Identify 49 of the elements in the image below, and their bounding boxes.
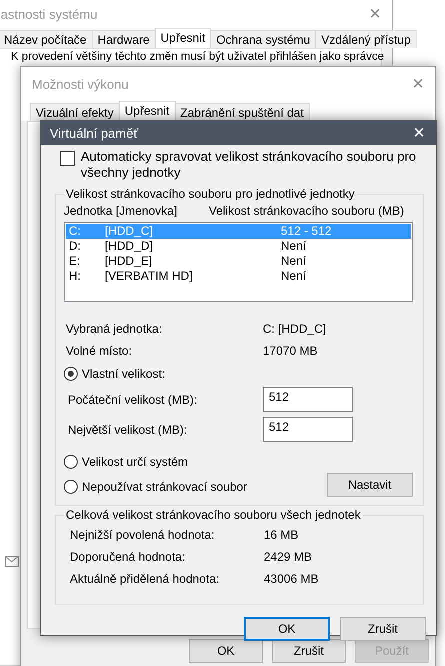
field-label: Doporučená hodnota:	[70, 550, 186, 564]
set-button[interactable]: Nastavit	[327, 473, 413, 497]
input-field[interactable]: 512	[263, 387, 353, 412]
field-label: Nejnižší povolená hodnota:	[70, 528, 216, 542]
tab[interactable]: Vzdálený přístup	[315, 30, 417, 48]
radio-button[interactable]	[64, 455, 78, 469]
field-value: 43006 MB	[264, 572, 320, 586]
radio-label: Vlastní velikost:	[82, 367, 166, 381]
tab[interactable]: Ochrana systému	[210, 30, 316, 48]
window-title: Virtuální paměť	[50, 126, 138, 140]
field-value: 16 MB	[264, 528, 300, 542]
tab[interactable]: Vizuální efekty	[30, 103, 120, 121]
dialog-button[interactable]: OK	[189, 639, 263, 663]
radio-button[interactable]	[64, 367, 78, 381]
dialog-button[interactable]: Zrušit	[272, 639, 346, 663]
column-header: Velikost stránkovacího souboru (MB)	[209, 204, 406, 218]
column-header: Jednotka [Jmenovka]	[64, 204, 178, 218]
checkbox-label: Automaticky spravovat velikost stránkovacího souboru pro všechny jednotky	[81, 149, 418, 181]
tab[interactable]: Zabránění spuštění dat	[174, 103, 310, 121]
dialog-button[interactable]: OK	[244, 617, 330, 641]
drive-row[interactable]: H: [VERBATIM HD] Není	[66, 269, 411, 284]
radio-label: Velikost určí systém	[82, 455, 188, 469]
group-title: Velikost stránkovacího souboru pro jednotlivé jednotky	[65, 187, 356, 201]
group-title: Celková velikost stránkovacího souboru všech jednotek	[65, 508, 362, 522]
input-field[interactable]: 512	[263, 417, 353, 442]
close-icon[interactable]: ✕	[412, 75, 425, 93]
close-icon[interactable]: ✕	[369, 5, 382, 23]
envelope-icon	[5, 556, 19, 567]
field-value: C: [HDD_C]	[263, 322, 328, 336]
window-title: Možnosti výkonu	[32, 76, 129, 92]
field-label: Aktuálně přidělená hodnota:	[70, 572, 220, 586]
field-label: Počáteční velikost (MB):	[68, 392, 198, 406]
radio-label: Nepoužívat stránkovací soubor	[82, 480, 248, 494]
field-value: 2429 MB	[264, 550, 314, 564]
drive-row[interactable]: D: [HDD_D] Není	[66, 239, 411, 254]
radio-button[interactable]	[64, 480, 78, 494]
checkbox[interactable]	[60, 151, 75, 166]
field-value: 17070 MB	[263, 344, 319, 358]
field-label: Největší velikost (MB):	[68, 422, 188, 436]
close-icon[interactable]: ✕	[413, 124, 426, 142]
dialog-button[interactable]: Zrušit	[340, 617, 426, 641]
field-label: Vybraná jednotka:	[66, 322, 164, 336]
field-label: Volné místo:	[66, 344, 134, 358]
tab[interactable]: Název počítače	[0, 30, 93, 48]
tab[interactable]: Hardware	[92, 30, 156, 48]
window-title: lastnosti systému	[0, 6, 98, 22]
drive-list[interactable]: C: [HDD_C] 512 - 512 D: [HDD_D] Není E: [HDD_E] Není H: [VERBATIM HD] Není	[64, 222, 413, 302]
notice-text: K provedení většiny těchto změn musí být uživatel přihlášen jako správce	[11, 50, 384, 65]
drive-row[interactable]: E: [HDD_E] Není	[66, 254, 411, 269]
